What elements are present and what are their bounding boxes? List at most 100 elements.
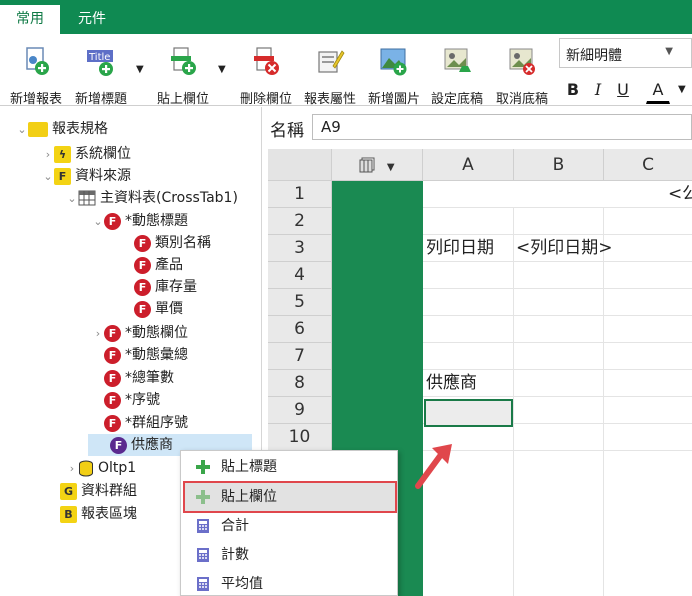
underline-button[interactable]: U	[611, 76, 635, 104]
column-header-a[interactable]: A	[423, 149, 514, 181]
grid-line	[423, 207, 692, 208]
grid-line	[423, 288, 692, 289]
field-icon: F	[104, 414, 121, 432]
collapse-icon[interactable]: ⌄	[16, 119, 28, 141]
datasource-icon: F	[54, 167, 71, 185]
font-color-dropdown-icon[interactable]: ▼	[678, 84, 686, 95]
tree-node-datasource[interactable]: ⌄ F 資料來源	[42, 165, 131, 187]
folder-icon	[28, 121, 48, 137]
expand-icon[interactable]: ›	[92, 323, 104, 345]
font-color-button[interactable]: A	[646, 76, 670, 104]
field-icon: F	[104, 369, 121, 387]
selected-cell-a9[interactable]	[424, 399, 513, 427]
field-icon: F	[134, 256, 151, 274]
new-title-button[interactable]: Title 新增標題	[68, 44, 134, 107]
column-header-b[interactable]: B	[514, 149, 604, 181]
cell-a8[interactable]: 供應商	[426, 370, 477, 397]
tree-node-report-block[interactable]: B 報表區塊	[60, 503, 137, 525]
row-header[interactable]: 9	[268, 397, 332, 424]
row-header[interactable]: 5	[268, 289, 332, 316]
row-header[interactable]: 8	[268, 370, 332, 397]
ribbon-tab-bar: 常用 元件	[0, 0, 692, 34]
menu-item-average[interactable]: 平均值	[185, 570, 395, 596]
calculator-icon	[197, 519, 209, 533]
tree-node-group-seq[interactable]: F *群組序號	[104, 412, 188, 434]
row-header[interactable]: 1	[268, 181, 332, 208]
tree-node-report-spec[interactable]: ⌄ 報表規格	[16, 118, 108, 140]
tree-node-data-group[interactable]: G 資料群組	[60, 480, 137, 502]
cancel-template-icon	[509, 48, 535, 75]
new-report-button[interactable]: 新增報表	[4, 44, 68, 107]
new-image-button[interactable]: 新增圖片	[362, 44, 426, 107]
tree-node-dynamic-title[interactable]: ⌄ F *動態標題	[92, 210, 188, 232]
collapse-icon[interactable]: ⌄	[42, 166, 54, 188]
menu-item-sum[interactable]: 合計	[185, 512, 395, 540]
tree-node-stock[interactable]: F 庫存量	[134, 276, 197, 298]
name-input[interactable]: A9	[312, 114, 692, 140]
paste-field-dropdown-icon[interactable]: ▼	[218, 64, 226, 75]
collapse-icon[interactable]: ⌄	[92, 211, 104, 233]
cell-a3[interactable]: 列印日期	[426, 235, 494, 262]
set-template-icon	[444, 48, 471, 72]
table-icon	[78, 190, 96, 206]
report-properties-button[interactable]: 報表屬性	[298, 44, 362, 107]
group-icon: G	[60, 482, 77, 500]
tab-components[interactable]: 元件	[60, 5, 124, 34]
paste-field-button[interactable]: 貼上欄位	[150, 44, 216, 107]
title-icon: Title	[87, 50, 113, 76]
menu-item-paste-title[interactable]: 貼上標題	[185, 453, 395, 481]
name-bar: 名稱 A9	[262, 107, 692, 147]
paste-field-icon	[171, 47, 196, 75]
image-icon	[380, 48, 407, 76]
row-header[interactable]: 7	[268, 343, 332, 370]
plus-icon	[196, 490, 210, 504]
tree-node-dynamic-field[interactable]: › F *動態欄位	[92, 322, 188, 344]
tree-node-seq-no[interactable]: F *序號	[104, 389, 160, 411]
cancel-template-button[interactable]: 取消底稿	[490, 44, 554, 107]
cell-c1[interactable]: <公	[668, 181, 692, 208]
field-icon: F	[104, 212, 121, 230]
row-header[interactable]: 6	[268, 316, 332, 343]
column-selector-button[interactable]: ▼	[332, 149, 423, 181]
row-header[interactable]: 10	[268, 424, 332, 451]
italic-button[interactable]: I	[586, 76, 610, 104]
tree-node-total-count[interactable]: F *總筆數	[104, 367, 174, 389]
database-icon	[79, 460, 93, 476]
column-header-c[interactable]: C	[604, 149, 692, 181]
row-header[interactable]: 2	[268, 208, 332, 235]
tree-node-dynamic-summary[interactable]: F *動態彙總	[104, 344, 188, 366]
row-header[interactable]: 4	[268, 262, 332, 289]
tree-node-product[interactable]: F 產品	[134, 254, 183, 276]
name-label: 名稱	[270, 121, 304, 141]
system-fields-icon: ϟ	[54, 145, 71, 163]
tree-node-unit-price[interactable]: F 單價	[134, 298, 183, 320]
font-name-select[interactable]: 新細明體 ▼	[559, 38, 692, 68]
expand-icon[interactable]: ›	[42, 144, 54, 166]
field-icon: F	[134, 300, 151, 318]
report-properties-icon	[318, 50, 345, 73]
set-template-button[interactable]: 設定底稿	[426, 44, 488, 107]
context-menu: 貼上標題 貼上欄位 合計 計數 平均值	[180, 450, 398, 596]
menu-item-paste-field[interactable]: 貼上欄位	[183, 481, 397, 513]
tree-node-category-name[interactable]: F 類別名稱	[134, 232, 211, 254]
tree-node-oltp[interactable]: › Oltp1	[66, 457, 136, 479]
grid-line	[513, 208, 514, 596]
svg-text:Title: Title	[88, 52, 110, 63]
chevron-down-icon: ▼	[386, 162, 395, 173]
row-header[interactable]: 3	[268, 235, 332, 262]
bold-button[interactable]: B	[561, 76, 585, 104]
calculator-icon	[197, 577, 209, 591]
grid-line	[423, 450, 692, 451]
cell-b3[interactable]: <列印日期>	[516, 235, 613, 262]
columns-icon	[359, 157, 375, 173]
field-icon: F	[104, 346, 121, 364]
tab-home[interactable]: 常用	[0, 5, 60, 34]
menu-item-count[interactable]: 計數	[185, 541, 395, 569]
plus-icon	[196, 460, 210, 474]
expand-icon[interactable]: ›	[66, 458, 78, 480]
tree-node-system-fields[interactable]: › ϟ 系統欄位	[42, 143, 131, 165]
delete-field-button[interactable]: 刪除欄位	[233, 44, 299, 107]
collapse-icon[interactable]: ⌄	[66, 188, 78, 210]
tree-node-master-table[interactable]: ⌄ 主資料表(CrossTab1)	[66, 187, 238, 209]
new-title-dropdown-icon[interactable]: ▼	[136, 64, 144, 75]
